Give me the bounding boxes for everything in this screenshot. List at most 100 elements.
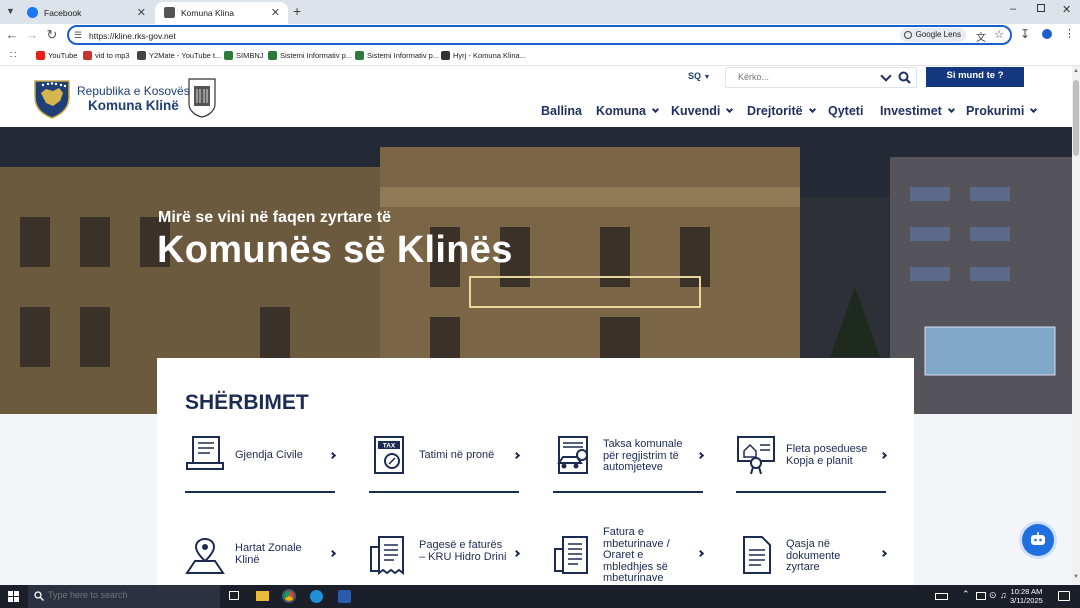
divider (185, 491, 335, 493)
task-view-icon[interactable] (229, 591, 239, 600)
volume-icon[interactable]: ♫ (1000, 590, 1007, 600)
address-bar[interactable]: ☰ Google Lens 文 ☆ (67, 25, 1012, 45)
translate-icon[interactable]: 文 (976, 29, 986, 44)
edge-icon[interactable] (310, 590, 323, 603)
chevron-right-icon (328, 549, 337, 558)
nav-drejtorite[interactable]: Drejtoritë (747, 104, 816, 118)
bookmark-vid-to-mp3[interactable]: vid to mp3 (83, 51, 130, 60)
service-tatimi-ne-prone[interactable]: TAX Tatimi në pronë (369, 435, 521, 493)
caret-down-icon: ▼ (703, 74, 711, 81)
chrome-icon[interactable] (282, 589, 296, 603)
site-search-box (725, 67, 917, 88)
nav-prokurimi[interactable]: Prokurimi (966, 104, 1038, 118)
service-label: Hartat Zonale Klinë (235, 542, 302, 566)
nav-qyteti[interactable]: Qyteti (828, 104, 863, 118)
chevron-down-icon (726, 105, 734, 114)
kosovo-shield-logo[interactable] (33, 79, 71, 119)
chevron-down-icon (1030, 105, 1038, 114)
divider (553, 491, 703, 493)
wifi-icon[interactable]: ⊙ (989, 590, 997, 601)
service-qasja-dokumente[interactable]: Qasja në dokumente zyrtare (736, 535, 888, 585)
nav-ballina[interactable]: Ballina (541, 104, 582, 118)
bookmark-sistemi-2[interactable]: Sistemi Informativ p... (355, 51, 439, 60)
bookmark-star-icon[interactable]: ☆ (994, 28, 1004, 41)
keyboard-icon[interactable] (935, 593, 948, 600)
back-icon[interactable]: ← (4, 27, 20, 42)
tab-facebook[interactable]: Facebook ✕ (18, 2, 154, 24)
reload-icon[interactable]: ↻ (44, 27, 60, 43)
how-can-we-help-button[interactable]: Si mund te ? (926, 67, 1024, 87)
bookmark-simbnj[interactable]: SIMBNJ (224, 51, 264, 60)
site-search-input[interactable] (738, 72, 878, 82)
chevron-down-icon (947, 105, 955, 114)
search-icon[interactable] (898, 71, 911, 84)
scroll-thumb[interactable] (1073, 80, 1079, 156)
service-label: Gjendja Civile (235, 449, 303, 461)
minimize-icon[interactable]: – (1010, 3, 1016, 15)
google-lens-button[interactable]: Google Lens (899, 28, 966, 42)
page-scrollbar[interactable]: ▲ ▼ (1072, 66, 1080, 585)
divider (369, 491, 519, 493)
tab-search-icon[interactable]: ▼ (6, 6, 15, 16)
menu-icon[interactable]: ⋮ (1064, 27, 1075, 40)
nav-komuna[interactable]: Komuna (596, 104, 660, 118)
brand-country[interactable]: Republika e Kosovës (77, 84, 190, 98)
forward-icon[interactable]: → (24, 27, 40, 42)
chevron-right-icon (879, 451, 888, 460)
browser-toolbar: ← → ↻ ☰ Google Lens 文 ☆ ↧ ⋮ (0, 24, 1080, 46)
nav-investimet[interactable]: Investimet (880, 104, 955, 118)
service-hartat-zonale[interactable]: Hartat Zonale Klinë (185, 535, 337, 585)
bookmark-youtube[interactable]: YouTube (36, 51, 77, 60)
url-input[interactable] (89, 29, 789, 42)
profile-icon[interactable] (1042, 29, 1052, 39)
language-selector[interactable]: SQ ▼ (688, 71, 710, 81)
site-header: Republika e Kosovës Komuna Klinë SQ ▼ Si… (0, 66, 1072, 127)
bookmark-favicon-icon (441, 51, 450, 60)
word-icon[interactable] (338, 590, 351, 603)
service-fleta-poseduese[interactable]: Fleta poseduese Kopja e planit (736, 435, 888, 493)
file-explorer-icon[interactable] (256, 591, 269, 601)
scroll-up-icon[interactable]: ▲ (1073, 68, 1079, 74)
tab-label: Facebook (44, 8, 82, 18)
computer-user-icon (186, 436, 224, 470)
service-pagese-fatures[interactable]: Pagesë e faturës – KRU Hidro Drini (369, 535, 521, 585)
services-section: SHËRBIMET Gjendja Civile TAX Tatimi në p… (157, 358, 914, 585)
service-label: Qasja në dokumente zyrtare (786, 538, 841, 573)
nav-kuvendi[interactable]: Kuvendi (671, 104, 734, 118)
service-taksa-komunale[interactable]: Taksa komunale për regjistrim të automje… (553, 435, 705, 493)
service-label: Taksa komunale për regjistrim të automje… (603, 438, 683, 473)
bookmark-hyrj[interactable]: Hyrj - Komuna Klina... (441, 51, 526, 60)
lens-icon (903, 31, 912, 39)
service-gjendja-civile[interactable]: Gjendja Civile (185, 435, 337, 493)
download-icon[interactable]: ↧ (1020, 27, 1030, 41)
system-clock[interactable]: 10:28 AM 3/11/2025 (1010, 587, 1043, 605)
chevron-right-icon (328, 451, 337, 460)
windows-start-icon[interactable] (8, 591, 19, 602)
taskbar-search-input[interactable] (48, 590, 213, 600)
service-fatura-mbeturinave[interactable]: Fatura e mbeturinave / Oraret e mbledhje… (553, 526, 705, 585)
new-tab-icon[interactable]: + (293, 3, 301, 19)
service-label: Pagesë e faturës – KRU Hidro Drini (419, 539, 507, 563)
tab-komuna-klina[interactable]: Komuna Klina ✕ (155, 2, 288, 24)
lens-label: Google Lens (915, 30, 961, 39)
close-icon[interactable]: ✕ (271, 6, 280, 19)
restore-icon[interactable] (1037, 4, 1045, 12)
bookmark-sistemi-1[interactable]: Sistemi Informativ p... (268, 51, 352, 60)
bookmark-y2mate[interactable]: Y2Mate - YouTube t... (137, 51, 221, 60)
service-label: Fleta poseduese Kopja e planit (786, 443, 868, 467)
scroll-down-icon[interactable]: ▼ (1073, 574, 1079, 580)
tray-chevron-icon[interactable]: ⌃ (962, 589, 970, 600)
close-icon[interactable]: ✕ (137, 6, 146, 19)
chat-bot-icon (1031, 532, 1045, 545)
notifications-icon[interactable] (1058, 591, 1070, 601)
site-info-icon[interactable]: ☰ (74, 30, 82, 41)
chat-widget-button[interactable] (1022, 524, 1054, 556)
chevron-down-icon[interactable] (880, 70, 892, 82)
brand-municipality[interactable]: Komuna Klinë (88, 98, 179, 113)
network-icon[interactable] (976, 592, 986, 600)
divider (736, 491, 886, 493)
chevron-right-icon (879, 549, 888, 558)
apps-grid-icon[interactable]: ∷ (10, 50, 16, 61)
bookmark-favicon-icon (268, 51, 277, 60)
close-window-icon[interactable]: ✕ (1062, 3, 1071, 16)
